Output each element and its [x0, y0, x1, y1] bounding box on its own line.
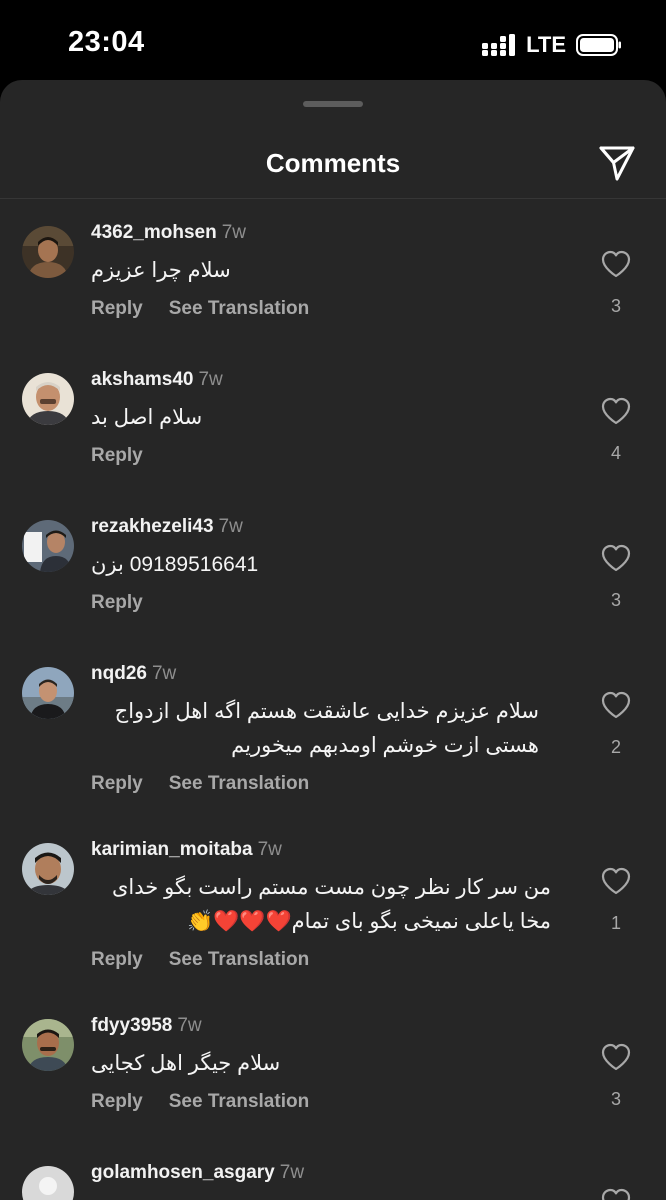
- comment-text-line: سلام عزیزم خدایی عاشقت هستم اگه اهل ازدو…: [114, 700, 539, 723]
- share-button[interactable]: [596, 142, 638, 184]
- reply-button[interactable]: Reply: [91, 298, 143, 319]
- comment-meta: golamhosen_asgary 7w: [91, 1162, 304, 1184]
- comment-time: 7w: [198, 369, 223, 390]
- like-area: 4: [598, 397, 634, 464]
- reply-button[interactable]: Reply: [91, 773, 143, 794]
- comment-actions: Reply: [91, 592, 169, 614]
- comment-meta: rezakhezeli43 7w: [91, 516, 243, 538]
- heart-outline-icon[interactable]: [601, 397, 631, 425]
- comment-username[interactable]: karimian_moitaba: [91, 839, 253, 860]
- comment-text-line: من سر کار نظر چون مست مستم راست بگو خدای: [111, 876, 551, 899]
- comment-time: 7w: [221, 222, 246, 243]
- reply-button[interactable]: Reply: [91, 949, 143, 970]
- comment-text: من سر کار نظر چون مست مستم راست بگو خدای…: [91, 871, 551, 939]
- reply-button[interactable]: Reply: [91, 1091, 143, 1112]
- comment-meta: nqd26 7w: [91, 663, 176, 685]
- comment-time: 7w: [279, 1162, 305, 1183]
- comment-time: 7w: [151, 663, 177, 684]
- status-time: 23:04: [68, 26, 145, 58]
- comment-actions: Reply See Translation: [91, 298, 335, 320]
- battery-icon: [576, 34, 621, 56]
- comment-meta: 4362_mohsen 7w: [91, 222, 246, 244]
- comment-meta: fdyy3958 7w: [91, 1015, 202, 1037]
- avatar[interactable]: [22, 1019, 74, 1071]
- like-count: 1: [610, 913, 621, 933]
- comment-text-line: مخا یاعلی نمیخی بگو بای تمام❤️❤️❤️👏: [187, 910, 551, 933]
- like-count: 3: [610, 1089, 621, 1109]
- comment-text: 09189516641 بزن: [91, 548, 571, 582]
- comment-time: 7w: [257, 839, 282, 860]
- paper-plane-icon: [599, 146, 635, 181]
- comment-username[interactable]: fdyy3958: [91, 1015, 172, 1036]
- heart-outline-icon[interactable]: [601, 1043, 631, 1071]
- see-translation-button[interactable]: See Translation: [169, 949, 309, 970]
- heart-outline-icon[interactable]: [601, 691, 631, 719]
- reply-button[interactable]: Reply: [91, 592, 143, 613]
- avatar[interactable]: [22, 667, 74, 719]
- like-count: 3: [610, 590, 621, 610]
- like-count: 2: [610, 737, 621, 757]
- like-area: 3: [598, 1043, 634, 1110]
- avatar[interactable]: [22, 1166, 74, 1200]
- comment-username[interactable]: akshams40: [91, 369, 193, 390]
- avatar[interactable]: [22, 520, 74, 572]
- comment-username[interactable]: rezakhezeli43: [91, 516, 214, 537]
- comment-text: سلام اصل بد: [91, 401, 571, 435]
- comment-text-line: 09189516641 بزن: [91, 553, 259, 576]
- comment-text: سلام چرا عزیزم: [91, 254, 571, 288]
- comment-text: سلام عزیزم خدایی عاشقت هستم اگه اهل ازدو…: [91, 695, 539, 763]
- comment-time: 7w: [177, 1015, 202, 1036]
- like-area: 1: [598, 867, 634, 934]
- see-translation-button[interactable]: See Translation: [169, 773, 309, 794]
- comment-actions: Reply See Translation: [91, 773, 335, 795]
- heart-outline-icon[interactable]: [601, 867, 631, 895]
- like-count: 3: [610, 296, 621, 316]
- comment-actions: Reply: [91, 445, 169, 467]
- comment-username[interactable]: nqd26: [91, 663, 147, 684]
- like-area: [598, 1188, 634, 1200]
- comment-text-line: سلام اصل بد: [91, 406, 203, 429]
- like-area: 3: [598, 544, 634, 611]
- comment-text: سلام جیگر اهل کجایی: [91, 1047, 571, 1081]
- comment-actions: Reply See Translation: [91, 1091, 335, 1113]
- like-count: 4: [610, 443, 621, 463]
- status-bar: 23:04 LTE: [0, 0, 666, 82]
- signal-dots-icon: [482, 34, 516, 56]
- comment-text-line: سلام چرا عزیزم: [91, 259, 231, 282]
- comment-time: 7w: [218, 516, 243, 537]
- comment-actions: Reply See Translation: [91, 949, 335, 971]
- sheet-header: Comments: [0, 120, 666, 199]
- see-translation-button[interactable]: See Translation: [169, 1091, 309, 1112]
- comment-meta: karimian_moitaba 7w: [91, 839, 282, 861]
- like-area: 3: [598, 250, 634, 317]
- heart-outline-icon[interactable]: [601, 1188, 631, 1200]
- comment-text-line: سلام جیگر اهل کجایی: [91, 1052, 281, 1075]
- avatar[interactable]: [22, 373, 74, 425]
- see-translation-button[interactable]: See Translation: [169, 298, 309, 319]
- comment-username[interactable]: golamhosen_asgary: [91, 1162, 275, 1183]
- sheet-title: Comments: [265, 148, 401, 178]
- heart-outline-icon[interactable]: [601, 250, 631, 278]
- status-indicators: LTE: [482, 32, 622, 58]
- avatar[interactable]: [22, 843, 74, 895]
- comment-meta: akshams40 7w: [91, 369, 223, 391]
- comment-text-line: هستی ازت خوشم اومدبهم میخوریم: [231, 734, 539, 757]
- network-type: LTE: [526, 32, 566, 57]
- reply-button[interactable]: Reply: [91, 445, 143, 466]
- drag-handle[interactable]: [303, 101, 363, 107]
- heart-outline-icon[interactable]: [601, 544, 631, 572]
- avatar[interactable]: [22, 226, 74, 278]
- comment-username[interactable]: 4362_mohsen: [91, 222, 217, 243]
- comments-sheet: Comments 4362_mohsen 7w سلام چرا عزیزم R…: [0, 80, 666, 1200]
- like-area: 2: [598, 691, 634, 758]
